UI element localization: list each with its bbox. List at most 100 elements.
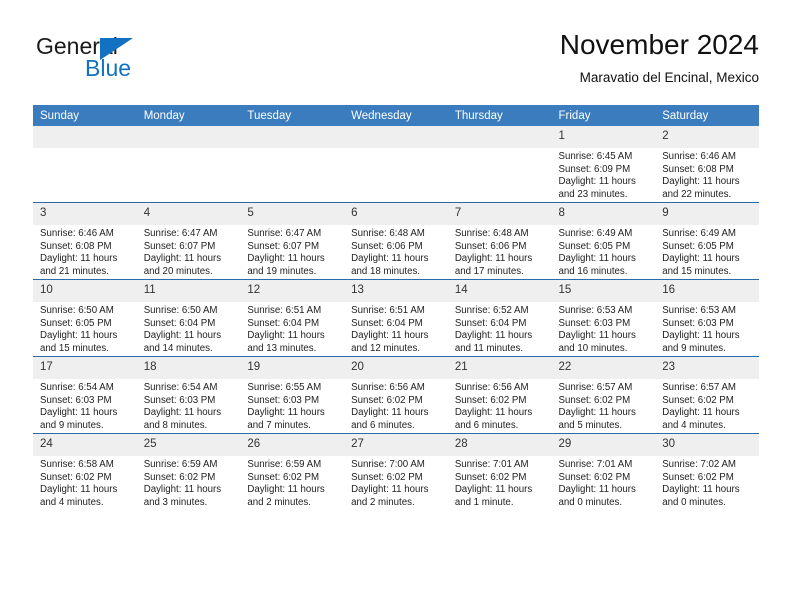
day-number: 18 bbox=[136, 357, 241, 379]
calendar-day-cell[interactable]: 15 Sunrise: 6:53 AM Sunset: 6:03 PM Dayligh… bbox=[551, 279, 656, 357]
calendar-day-cell[interactable]: 13 Sunrise: 6:51 AM Sunset: 6:04 PM Dayligh… bbox=[344, 279, 448, 357]
day-sun-info-line: and 6 minutes. bbox=[351, 419, 415, 431]
calendar-day-cell[interactable]: 28 Sunrise: 7:01 AM Sunset: 6:02 PM Dayligh… bbox=[447, 433, 552, 510]
day-sun-info: Sunrise: 7:01 AM Sunset: 6:02 PM Daylight:… bbox=[448, 456, 552, 509]
day-sun-info-line: Sunrise: 7:01 AM bbox=[454, 459, 529, 470]
day-sun-info-line: and 1 minute. bbox=[454, 496, 514, 508]
day-sun-info: Sunrise: 6:54 AM Sunset: 6:03 PM Daylight:… bbox=[137, 379, 241, 432]
day-sun-info-line: Sunrise: 6:56 AM bbox=[454, 382, 529, 393]
day-sun-info-line: Daylight: 11 hours bbox=[558, 407, 636, 419]
calendar-day-cell[interactable]: 21 Sunrise: 6:56 AM Sunset: 6:02 PM Dayligh… bbox=[447, 356, 552, 434]
day-sun-info-line: Sunrise: 6:53 AM bbox=[662, 305, 736, 316]
calendar-day-cell[interactable]: 4 Sunrise: 6:47 AM Sunset: 6:07 PM Daylight… bbox=[136, 202, 241, 280]
calendar-day-cell[interactable]: 27 Sunrise: 7:00 AM Sunset: 6:02 PM Dayligh… bbox=[344, 433, 448, 510]
calendar-day-cell[interactable]: 24 Sunrise: 6:58 AM Sunset: 6:02 PM Dayligh… bbox=[33, 433, 137, 510]
day-sun-info-line: Daylight: 11 hours bbox=[351, 407, 429, 419]
day-sun-info-line: and 20 minutes. bbox=[143, 265, 213, 277]
day-sun-info-line: and 17 minutes. bbox=[454, 265, 524, 277]
day-sun-info-line: Sunrise: 6:59 AM bbox=[247, 459, 322, 470]
day-number: 22 bbox=[551, 357, 656, 379]
calendar-day-cell-empty bbox=[447, 126, 552, 203]
day-sun-info-line: Sunrise: 6:49 AM bbox=[558, 228, 633, 239]
general-blue-logo[interactable]: General Blue bbox=[33, 33, 263, 89]
day-number: 23 bbox=[655, 357, 759, 379]
day-sun-info-line: and 3 minutes. bbox=[143, 496, 208, 508]
calendar-day-cell[interactable]: 18 Sunrise: 6:54 AM Sunset: 6:03 PM Dayligh… bbox=[136, 356, 241, 434]
calendar-day-cell[interactable]: 1 Sunrise: 6:45 AM Sunset: 6:09 PM Daylight… bbox=[551, 126, 656, 203]
day-number: 4 bbox=[136, 203, 241, 225]
day-sun-info-line: and 15 minutes. bbox=[662, 265, 732, 277]
calendar-day-cell[interactable]: 7 Sunrise: 6:48 AM Sunset: 6:06 PM Daylight… bbox=[447, 202, 552, 280]
calendar-day-cell[interactable]: 9 Sunrise: 6:49 AM Sunset: 6:05 PM Daylight… bbox=[655, 202, 759, 280]
day-number: 10 bbox=[33, 280, 137, 302]
calendar-day-cell[interactable]: 20 Sunrise: 6:56 AM Sunset: 6:02 PM Dayligh… bbox=[344, 356, 448, 434]
day-sun-info-line: and 19 minutes. bbox=[247, 265, 317, 277]
calendar-page: General Blue November 2024 Maravatio del… bbox=[0, 0, 792, 612]
day-sun-info: Sunrise: 6:54 AM Sunset: 6:03 PM Daylight:… bbox=[33, 379, 137, 432]
calendar-day-cell[interactable]: 8 Sunrise: 6:49 AM Sunset: 6:05 PM Daylight… bbox=[551, 202, 656, 280]
day-sun-info-line: Daylight: 11 hours bbox=[558, 484, 636, 496]
calendar-day-cell[interactable]: 14 Sunrise: 6:52 AM Sunset: 6:04 PM Dayligh… bbox=[447, 279, 552, 357]
day-number bbox=[344, 126, 448, 148]
sunrise-sunset-calendar: Sunday Monday Tuesday Wednesday Thursday Frid… bbox=[33, 105, 759, 510]
day-sun-info-line: Sunset: 6:05 PM bbox=[662, 240, 734, 252]
day-sun-info-line: and 8 minutes. bbox=[143, 419, 208, 431]
day-sun-info: Sunrise: 6:52 AM Sunset: 6:04 PM Daylight:… bbox=[448, 302, 552, 355]
calendar-day-cell[interactable]: 23 Sunrise: 6:57 AM Sunset: 6:02 PM Dayligh… bbox=[655, 356, 759, 434]
day-sun-info-line: Daylight: 11 hours bbox=[351, 484, 429, 496]
day-number: 21 bbox=[447, 357, 552, 379]
day-sun-info-line: Sunrise: 6:55 AM bbox=[247, 382, 322, 393]
day-sun-info-line: Sunrise: 6:47 AM bbox=[143, 228, 218, 239]
day-sun-info-line: and 12 minutes. bbox=[351, 342, 421, 354]
day-sun-info-line: and 13 minutes. bbox=[247, 342, 317, 354]
calendar-day-cell[interactable]: 11 Sunrise: 6:50 AM Sunset: 6:04 PM Dayligh… bbox=[136, 279, 241, 357]
calendar-day-cell[interactable]: 29 Sunrise: 7:01 AM Sunset: 6:02 PM Dayligh… bbox=[551, 433, 656, 510]
weekday-header-thursday: Thursday bbox=[447, 105, 552, 126]
day-sun-info-line: and 0 minutes. bbox=[662, 496, 726, 508]
calendar-day-cell[interactable]: 30 Sunrise: 7:02 AM Sunset: 6:02 PM Dayligh… bbox=[655, 433, 759, 510]
day-sun-info-line: and 9 minutes. bbox=[662, 342, 726, 354]
calendar-day-cell[interactable]: 3 Sunrise: 6:46 AM Sunset: 6:08 PM Daylight… bbox=[33, 202, 137, 280]
calendar-day-cell[interactable]: 19 Sunrise: 6:55 AM Sunset: 6:03 PM Dayligh… bbox=[240, 356, 345, 434]
day-sun-info-line: Daylight: 11 hours bbox=[40, 253, 118, 265]
day-sun-info-line: Sunrise: 6:57 AM bbox=[662, 382, 736, 393]
calendar-day-cell[interactable]: 12 Sunrise: 6:51 AM Sunset: 6:04 PM Dayligh… bbox=[240, 279, 345, 357]
weekday-header-monday: Monday bbox=[136, 105, 241, 126]
day-sun-info: Sunrise: 6:47 AM Sunset: 6:07 PM Daylight:… bbox=[137, 225, 241, 278]
day-sun-info: Sunrise: 7:01 AM Sunset: 6:02 PM Daylight:… bbox=[552, 456, 656, 509]
day-number: 7 bbox=[447, 203, 552, 225]
day-sun-info-line: and 2 minutes. bbox=[247, 496, 311, 508]
calendar-day-cell[interactable]: 5 Sunrise: 6:47 AM Sunset: 6:07 PM Daylight… bbox=[240, 202, 345, 280]
day-sun-info-line: Daylight: 11 hours bbox=[558, 176, 636, 188]
calendar-day-cell[interactable]: 25 Sunrise: 6:59 AM Sunset: 6:02 PM Dayligh… bbox=[136, 433, 241, 510]
calendar-day-cell[interactable]: 6 Sunrise: 6:48 AM Sunset: 6:06 PM Daylight… bbox=[344, 202, 448, 280]
calendar-day-cell[interactable]: 16 Sunrise: 6:53 AM Sunset: 6:03 PM Dayligh… bbox=[655, 279, 759, 357]
day-sun-info-line: Sunrise: 7:01 AM bbox=[558, 459, 633, 470]
calendar-day-cell[interactable]: 22 Sunrise: 6:57 AM Sunset: 6:02 PM Dayligh… bbox=[551, 356, 656, 434]
calendar-day-cell[interactable]: 26 Sunrise: 6:59 AM Sunset: 6:02 PM Dayligh… bbox=[240, 433, 345, 510]
day-sun-info-line: Daylight: 11 hours bbox=[662, 176, 740, 188]
day-sun-info: Sunrise: 6:46 AM Sunset: 6:08 PM Daylight:… bbox=[33, 225, 137, 278]
day-sun-info-line: Sunset: 6:03 PM bbox=[558, 317, 631, 329]
day-sun-info-line: Sunrise: 6:46 AM bbox=[40, 228, 114, 239]
calendar-day-cell[interactable]: 10 Sunrise: 6:50 AM Sunset: 6:05 PM Dayligh… bbox=[33, 279, 137, 357]
day-sun-info-line: and 16 minutes. bbox=[558, 265, 628, 277]
day-sun-info-line: Daylight: 11 hours bbox=[40, 330, 118, 342]
day-sun-info-line: Sunrise: 6:51 AM bbox=[247, 305, 322, 316]
day-sun-info-line: Sunset: 6:02 PM bbox=[454, 471, 527, 483]
day-sun-info: Sunrise: 6:50 AM Sunset: 6:05 PM Daylight:… bbox=[33, 302, 137, 355]
calendar-day-cell[interactable]: 2 Sunrise: 6:46 AM Sunset: 6:08 PM Daylight… bbox=[655, 126, 759, 203]
day-sun-info-line: Sunrise: 6:58 AM bbox=[40, 459, 114, 470]
day-number: 12 bbox=[240, 280, 345, 302]
day-sun-info-line: Daylight: 11 hours bbox=[40, 407, 118, 419]
day-sun-info-line: and 7 minutes. bbox=[247, 419, 311, 431]
day-sun-info-line: Daylight: 11 hours bbox=[351, 330, 429, 342]
day-number: 11 bbox=[136, 280, 241, 302]
day-number: 6 bbox=[344, 203, 448, 225]
day-sun-info-line: Daylight: 11 hours bbox=[662, 253, 740, 265]
calendar-week-row: 10 Sunrise: 6:50 AM Sunset: 6:05 PM Dayligh… bbox=[33, 279, 759, 357]
calendar-day-cell-empty bbox=[344, 126, 448, 203]
weekday-header-wednesday: Wednesday bbox=[344, 105, 448, 126]
calendar-week-row: 1 Sunrise: 6:45 AM Sunset: 6:09 PM Daylight… bbox=[33, 126, 759, 203]
calendar-day-cell[interactable]: 17 Sunrise: 6:54 AM Sunset: 6:03 PM Dayligh… bbox=[33, 356, 137, 434]
